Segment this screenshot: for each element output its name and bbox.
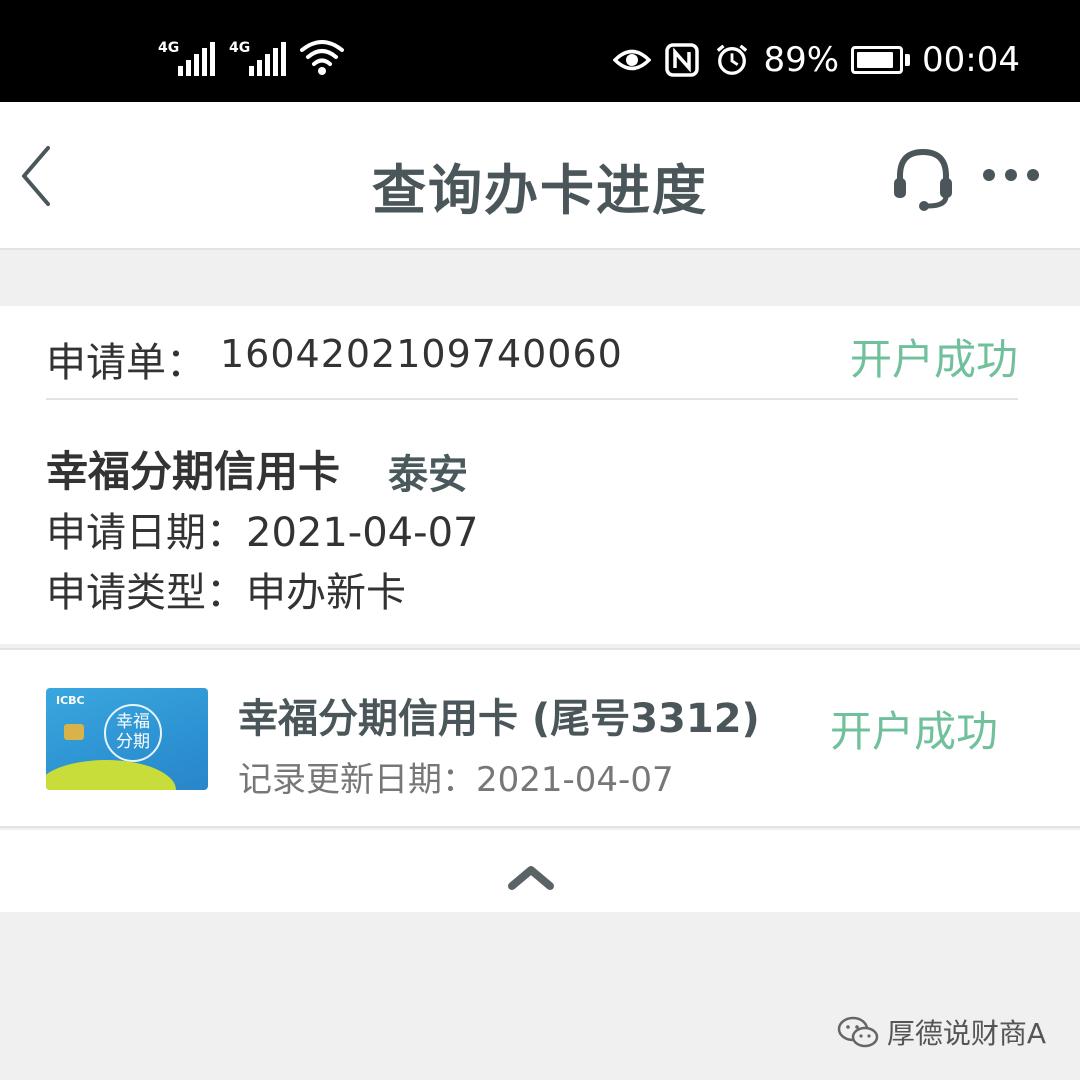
battery-icon (851, 46, 911, 74)
application-type: 申办新卡 (246, 570, 406, 616)
sim1-network-label: 4G (158, 40, 180, 56)
application-header-row: 申请单： 1604202109740060 开户成功 (46, 326, 1018, 400)
battery-percent: 89% (763, 40, 840, 80)
alarm-icon (717, 44, 748, 75)
record-update-date: 2021-04-07 (476, 760, 674, 800)
status-bar: 4G 4G 89% 00:04 (0, 0, 1080, 102)
card-product-name: 幸福分期信用卡 (46, 447, 341, 496)
record-update-label: 记录更新日期： (238, 760, 476, 800)
wifi-icon (300, 40, 344, 75)
card-record-row[interactable]: ICBC 幸福分期 幸福分期信用卡 (尾号3312) 记录更新日期：2021-0… (0, 648, 1080, 828)
record-card-title: 幸福分期信用卡 (尾号3312) (238, 696, 760, 742)
nav-bar: 查询办卡进度 (0, 102, 1080, 250)
card-brand-text: ICBC (56, 694, 85, 707)
application-number-label: 申请单： (46, 340, 206, 386)
application-status: 开户成功 (849, 335, 1018, 384)
nfc-icon (665, 43, 700, 77)
more-options-icon[interactable] (980, 160, 1042, 190)
application-type-line: 申请类型：申办新卡 (46, 560, 406, 618)
eye-comfort-icon (613, 49, 652, 71)
status-right-group: 89% 00:04 (613, 40, 1020, 80)
card-logo-text: 幸福分期 (116, 712, 150, 752)
application-date: 2021-04-07 (246, 510, 479, 556)
chevron-up-icon[interactable] (508, 864, 554, 890)
sim2-signal-icon: 4G (229, 38, 286, 76)
application-card: 申请单： 1604202109740060 开户成功 幸福分期信用卡 泰安 申请… (0, 306, 1080, 644)
record-status: 开户成功 (829, 707, 998, 756)
credit-card-image: ICBC 幸福分期 (46, 688, 208, 790)
card-branch: 泰安 (388, 452, 468, 498)
application-date-label: 申请日期： (46, 510, 246, 556)
watermark: 厚德说财商A (837, 1012, 1046, 1052)
status-left-group: 4G 4G (158, 38, 344, 76)
application-type-label: 申请类型： (46, 570, 246, 616)
application-number: 1604202109740060 (220, 332, 623, 376)
application-date-line: 申请日期：2021-04-07 (46, 500, 478, 558)
card-chip (64, 724, 84, 740)
wechat-icon (837, 1016, 879, 1048)
headset-icon[interactable] (890, 144, 956, 214)
sim2-network-label: 4G (229, 40, 251, 56)
clock: 00:04 (922, 40, 1020, 80)
collapse-bar[interactable] (0, 830, 1080, 912)
watermark-text: 厚德说财商A (886, 1017, 1046, 1050)
sim1-signal-icon: 4G (158, 38, 215, 76)
record-update-line: 记录更新日期：2021-04-07 (238, 752, 674, 801)
